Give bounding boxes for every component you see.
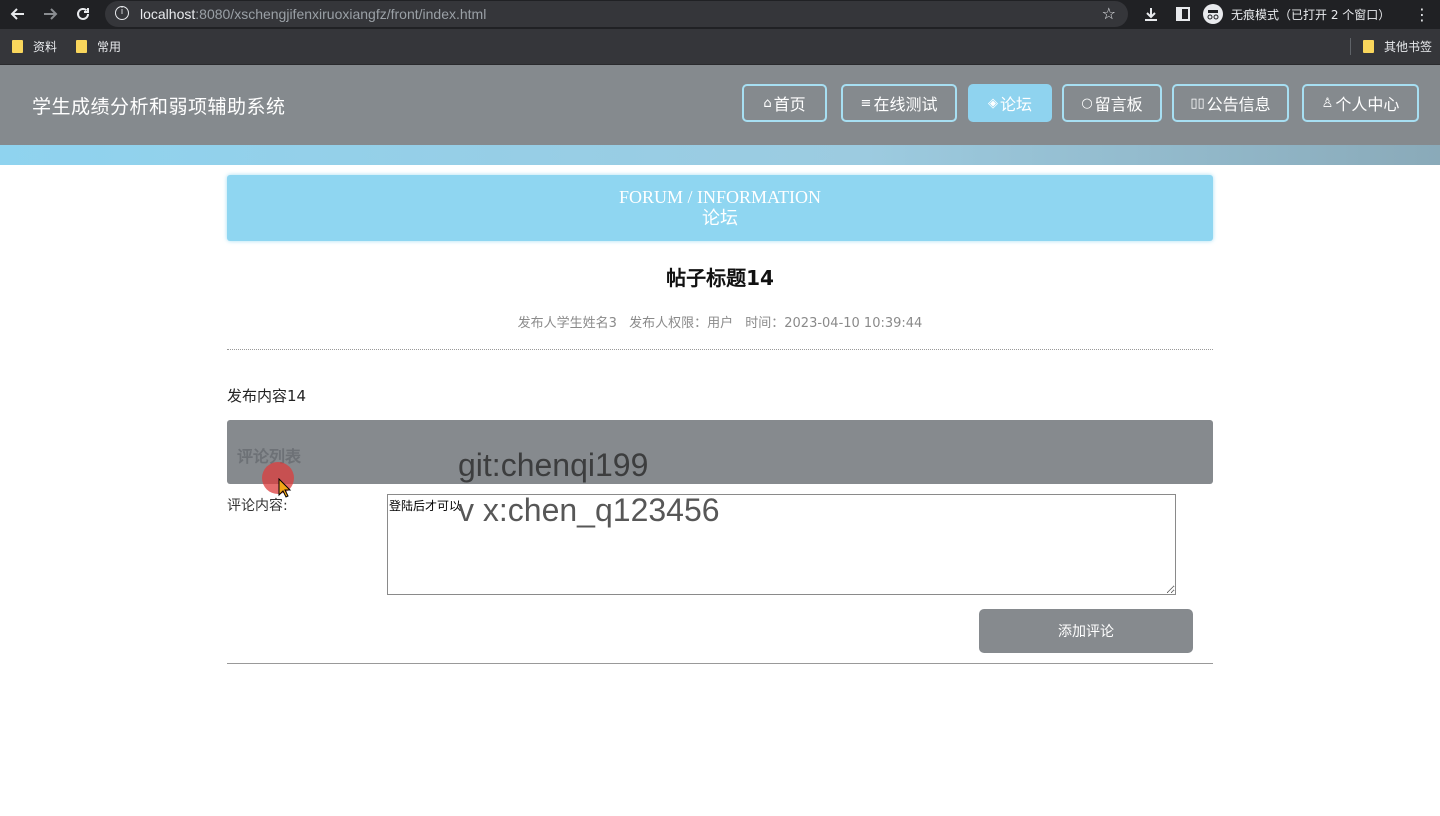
post-content: 发布内容14 (227, 387, 307, 405)
address-bar[interactable]: i localhost:8080/xschengjifenxiruoxiangf… (105, 1, 1128, 27)
user-icon: ♙ (1321, 95, 1334, 111)
folder-icon (76, 40, 87, 53)
post-author: 发布人学生姓名3 (517, 316, 617, 331)
forum-banner: FORUM / INFORMATION 论坛 (227, 175, 1213, 241)
header-accent-band (0, 145, 1440, 165)
reload-icon[interactable] (73, 4, 93, 24)
bookmark-star-icon[interactable]: ☆ (1102, 4, 1116, 23)
folder-icon (12, 40, 23, 53)
side-panel-icon[interactable] (1173, 4, 1193, 24)
nav-forum[interactable]: ◈ 论坛 (968, 84, 1052, 122)
nav-online-test[interactable]: ≡ 在线测试 (841, 84, 957, 122)
nav-label: 公告信息 (1206, 95, 1271, 114)
browser-toolbar: i localhost:8080/xschengjifenxiruoxiangf… (0, 0, 1440, 29)
watermark-git: git:chenqi199 (458, 447, 649, 483)
url-path: :8080/xschengjifenxiruoxiangfz/front/ind… (195, 6, 487, 22)
other-bookmarks-label: 其他书签 (1384, 40, 1433, 54)
layers-icon: ◈ (987, 95, 998, 111)
add-comment-button[interactable]: 添加评论 (979, 609, 1193, 653)
book-icon: ▯▯ (1190, 95, 1205, 111)
nav-message-board[interactable]: ○ 留言板 (1062, 84, 1162, 122)
site-info-icon[interactable]: i (115, 6, 129, 20)
nav-label: 在线测试 (873, 95, 938, 114)
site-title: 学生成绩分析和弱项辅助系统 (32, 96, 286, 118)
bookmarks-divider (1350, 38, 1351, 55)
bookmark-label: 常用 (97, 40, 122, 54)
bookmarks-bar: 资料 常用 其他书签 (0, 29, 1440, 65)
nav-personal-center[interactable]: ♙ 个人中心 (1302, 84, 1419, 122)
post-meta: 发布人学生姓名3 发布人权限：用户 时间：2023-04-10 10:39:44 (227, 312, 1213, 331)
nav-announcements[interactable]: ▯▯ 公告信息 (1172, 84, 1289, 122)
nav-home[interactable]: ⌂ 首页 (742, 84, 827, 122)
folder-icon (1363, 40, 1374, 53)
home-icon: ⌂ (763, 95, 772, 111)
nav-label: 首页 (773, 95, 806, 114)
banner-chinese-title: 论坛 (702, 208, 738, 229)
watermark-wechat: v x:chen_q123456 (458, 492, 720, 528)
post-role: 发布人权限：用户 (629, 316, 734, 331)
divider (227, 663, 1213, 664)
incognito-indicator[interactable]: 无痕模式（已打开 2 个窗口） (1203, 2, 1390, 26)
url-host: localhost (140, 6, 196, 22)
more-menu-icon[interactable]: ⋮ (1412, 4, 1432, 24)
post-time: 时间：2023-04-10 10:39:44 (745, 316, 923, 331)
chat-bubble-icon: ○ (1081, 95, 1093, 111)
bookmark-folder-ziliao[interactable]: 资料 (12, 38, 57, 55)
comment-list-header: 评论列表 (227, 420, 1213, 484)
site-header: 学生成绩分析和弱项辅助系统 ⌂ 首页 ≡ 在线测试 ◈ 论坛 ○ 留言板 ▯▯ 公告信息 … (0, 65, 1440, 145)
forward-arrow-icon[interactable] (40, 4, 60, 24)
bookmark-label: 资料 (33, 40, 58, 54)
url-text: localhost:8080/xschengjifenxiruoxiangfz/… (140, 6, 486, 22)
incognito-icon (1203, 4, 1223, 24)
post-title: 帖子标题14 (666, 266, 774, 290)
mouse-cursor-icon (278, 477, 292, 502)
bookmark-folder-changyong[interactable]: 常用 (76, 38, 121, 55)
other-bookmarks-folder[interactable]: 其他书签 (1363, 38, 1432, 55)
nav-label: 个人中心 (1335, 95, 1400, 114)
nav-label: 论坛 (999, 95, 1032, 114)
sliders-icon: ≡ (860, 95, 872, 111)
banner-english-title: FORUM / INFORMATION (618, 187, 822, 207)
download-icon[interactable] (1141, 4, 1161, 24)
divider (227, 349, 1213, 350)
nav-label: 留言板 (1094, 95, 1143, 114)
back-arrow-icon[interactable] (8, 4, 28, 24)
incognito-label: 无痕模式（已打开 2 个窗口） (1231, 7, 1391, 22)
